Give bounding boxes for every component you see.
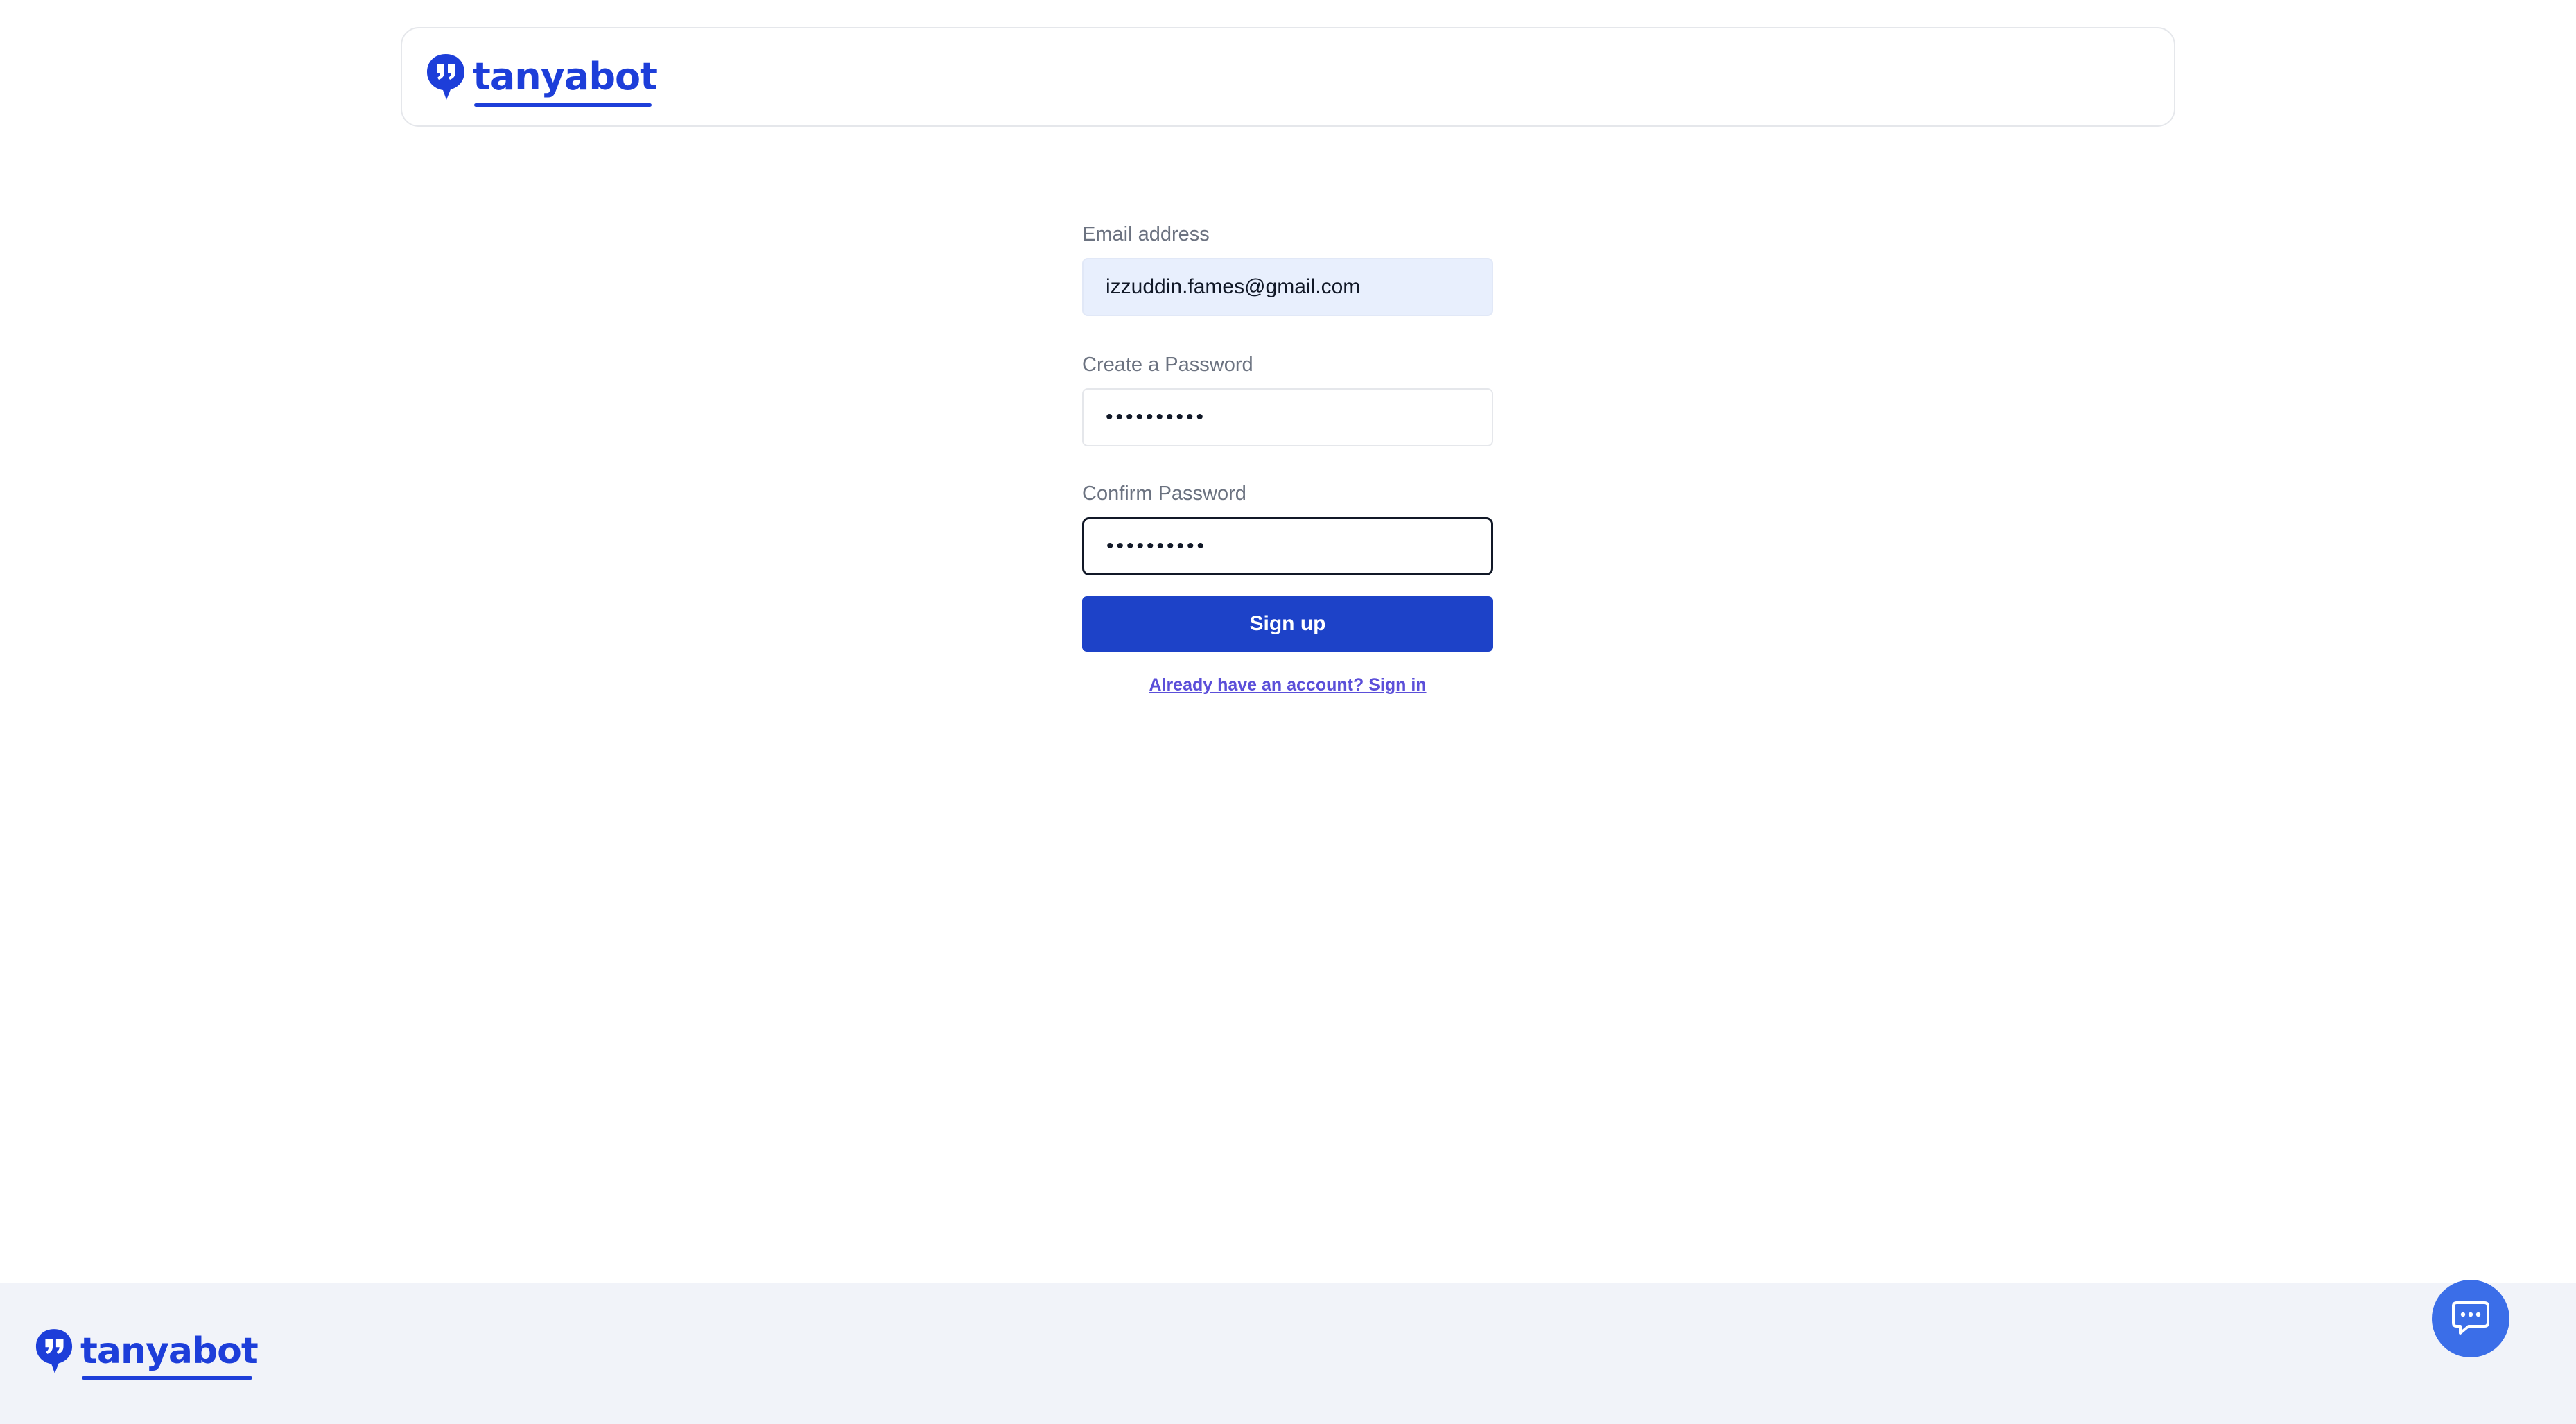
quote-bubble-icon [427,54,464,100]
brand-wordmark: tanyabot [473,55,658,107]
brand-wordmark: tanyabot [80,1330,259,1380]
confirm-password-label: Confirm Password [1082,483,1246,505]
password-field[interactable] [1082,388,1493,446]
brand-underline [82,1376,252,1380]
password-label: Create a Password [1082,354,1253,376]
brand-name: tanyabot [473,55,658,98]
brand-name: tanyabot [80,1330,259,1372]
email-field[interactable] [1082,258,1493,316]
chat-button[interactable] [2432,1280,2509,1357]
brand-underline [474,103,652,107]
signin-link[interactable]: Already have an account? Sign in [1082,675,1493,695]
quote-bubble-icon [35,1329,73,1373]
site-header: tanyabot [401,27,2175,127]
confirm-password-field[interactable] [1082,517,1493,575]
page: tanyabot Email address Create a Password… [0,0,2576,1424]
chat-bubble-icon [2452,1301,2489,1335]
site-footer: tanyabot [0,1283,2576,1424]
footer-logo[interactable]: tanyabot [35,1328,259,1380]
signup-form: Email address Create a Password Confirm … [1082,220,1493,695]
header-logo[interactable]: tanyabot [426,53,658,107]
signup-button[interactable]: Sign up [1082,596,1493,652]
email-label: Email address [1082,223,1210,245]
